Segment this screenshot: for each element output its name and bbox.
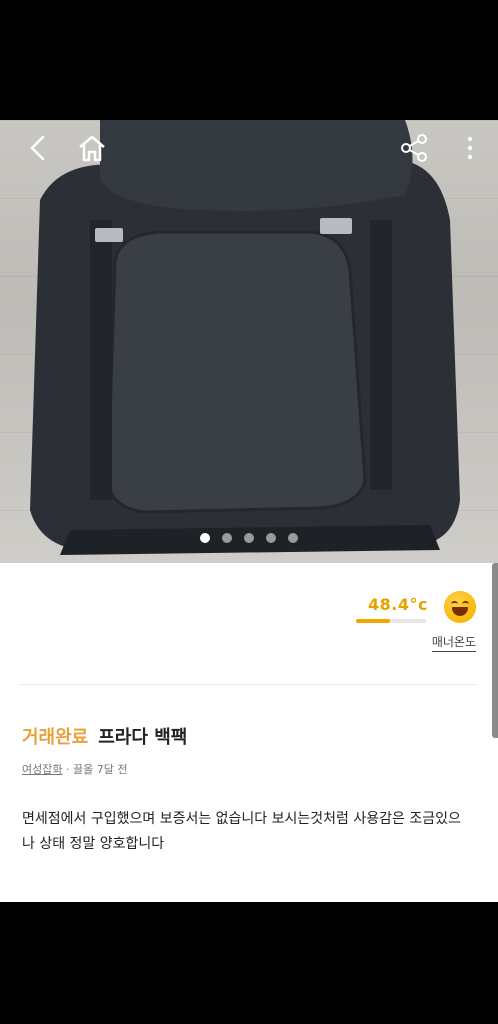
status-bar-area: [0, 0, 498, 120]
more-vertical-icon: [467, 136, 473, 160]
home-button[interactable]: [74, 130, 110, 166]
share-button[interactable]: [396, 130, 432, 166]
bump-time: 끌올 7달 전: [72, 763, 128, 776]
manner-temp-label[interactable]: 매너온도: [431, 633, 476, 652]
back-icon: [30, 135, 45, 161]
pager-dot[interactable]: [266, 533, 276, 543]
listing-meta: 여성잡화 · 끌올 7달 전: [22, 761, 127, 777]
listing-detail: 48.4°c 매너온도 거래완료 프라다 백팩 여성잡화 · 끌올 7달 전 면세…: [0, 563, 498, 902]
deal-status-badge: 거래완료: [22, 727, 89, 748]
listing-title: 프라다 백팩: [98, 727, 188, 748]
pager-dot[interactable]: [222, 533, 232, 543]
listing-title-row: 거래완료 프라다 백팩: [22, 723, 187, 749]
pager-dot[interactable]: [244, 533, 254, 543]
manner-temperature[interactable]: 48.4°c 매너온도: [356, 591, 476, 661]
scrollbar-thumb[interactable]: [492, 563, 498, 738]
listing-description: 면세점에서 구입했으며 보증서는 없습니다 보시는것처럼 사용감은 조금있으나 …: [22, 811, 461, 852]
manner-temp-value: 48.4°c: [368, 595, 428, 614]
pager-dot[interactable]: [288, 533, 298, 543]
pager-dot[interactable]: [200, 533, 210, 543]
manner-temp-bar: [356, 619, 426, 623]
bottom-black-area: [0, 902, 498, 1024]
photo-pager[interactable]: [0, 533, 498, 543]
divider: [20, 684, 476, 685]
product-photo[interactable]: [0, 120, 498, 563]
share-icon: [401, 134, 427, 162]
category-link[interactable]: 여성잡화: [22, 763, 62, 776]
back-button[interactable]: [20, 130, 56, 166]
meta-separator: ·: [65, 763, 70, 776]
smile-face-icon: [444, 591, 476, 623]
home-icon: [79, 135, 105, 162]
more-button[interactable]: [452, 130, 488, 166]
manner-temp-bar-fill: [356, 619, 390, 623]
backpack-image: [30, 120, 460, 555]
